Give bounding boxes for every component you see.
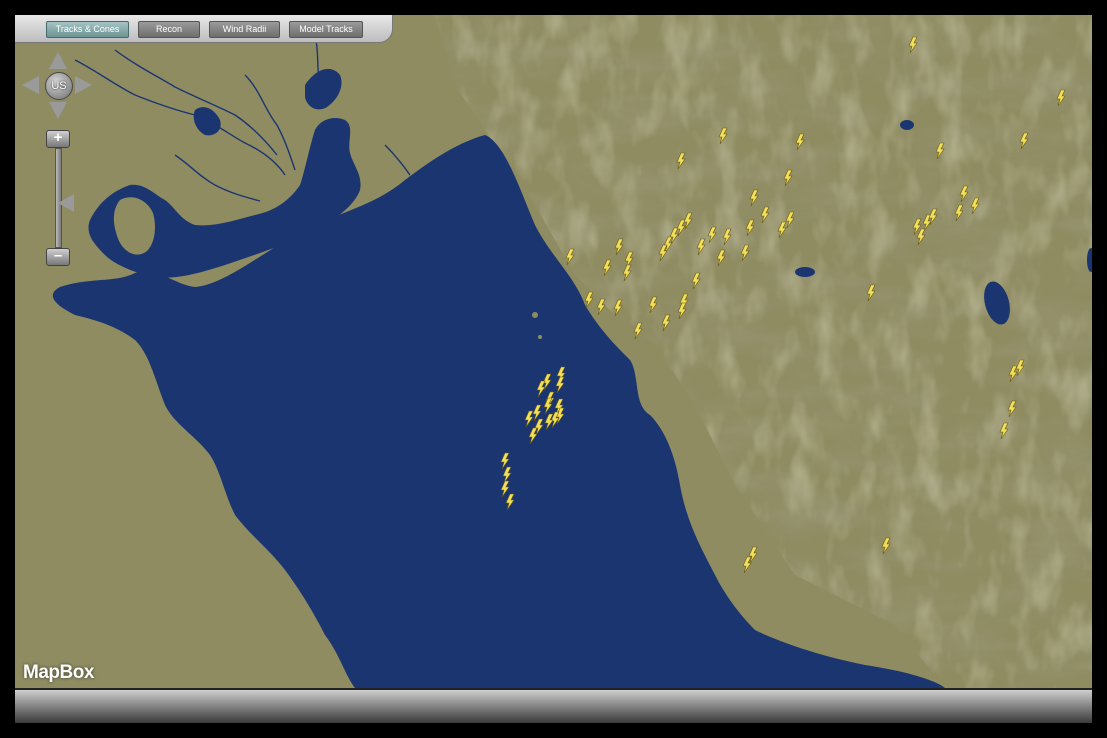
map-toolbar: Tracks & Cones Recon Wind Radii Model Tr… (15, 15, 393, 43)
lightning-bolt-icon (959, 185, 969, 203)
lightning-bolt-icon (954, 204, 964, 222)
lightning-bolt-icon (500, 452, 510, 470)
lightning-bolt-icon (555, 376, 565, 394)
lightning-bolt-icon (524, 410, 534, 428)
pan-right-icon[interactable] (75, 76, 92, 94)
lightning-bolt-icon (785, 211, 795, 229)
lightning-bolt-icon (999, 422, 1009, 440)
lightning-bolt-icon (696, 238, 706, 256)
lightning-bolt-icon (584, 291, 594, 309)
mapbox-logo: MapBox (23, 662, 94, 683)
lightning-bolt-icon (505, 493, 515, 511)
lightning-bolt-icon (544, 413, 554, 431)
lightning-bolt-icon (677, 302, 687, 320)
lightning-bolt-icon (661, 314, 671, 332)
lightning-bolt-icon (596, 298, 606, 316)
lightning-bolt-icon (866, 284, 876, 302)
lightning-bolt-icon (742, 556, 752, 574)
lightning-bolt-icon (718, 127, 728, 145)
lightning-bolt-icon (783, 169, 793, 187)
lightning-bolt-icon (795, 133, 805, 151)
lightning-bolt-icon (683, 212, 693, 230)
lightning-bolt-icon (970, 197, 980, 215)
lightning-bolt-icon (614, 238, 624, 256)
lightning-bolt-icon (602, 259, 612, 277)
lightning-bolt-icon (502, 466, 512, 484)
lightning-bolt-icon (534, 418, 544, 436)
home-us-button[interactable]: US (45, 72, 73, 100)
lightning-bolt-icon (1015, 359, 1025, 377)
lightning-bolt-icon (740, 244, 750, 262)
lightning-layer (500, 36, 1066, 574)
pan-down-icon[interactable] (49, 102, 67, 119)
lightning-bolt-icon (1019, 132, 1029, 150)
lightning-bolt-icon (676, 152, 686, 170)
lightning-bolt-icon (1007, 400, 1017, 418)
lightning-bolt-icon (536, 380, 546, 398)
lightning-bolt-icon (622, 264, 632, 282)
lightning-bolt-icon (745, 219, 755, 237)
lightning-bolt-icon (916, 228, 926, 246)
tab-recon[interactable]: Recon (138, 21, 200, 38)
lightning-bolt-icon (760, 206, 770, 224)
lightning-bolt-icon (648, 296, 658, 314)
lightning-bolt-icon (722, 228, 732, 246)
zoom-in-button[interactable]: + (46, 130, 70, 148)
lightning-bolt-icon (749, 189, 759, 207)
bottom-bar (15, 690, 1092, 723)
lightning-bolt-icon (881, 537, 891, 555)
lightning-bolt-icon (1008, 365, 1018, 383)
map-canvas[interactable] (15, 15, 1092, 688)
tab-wind-radii[interactable]: Wind Radii (209, 21, 280, 38)
pan-control: US (22, 52, 94, 120)
lightning-bolt-icon (543, 397, 553, 415)
lightning-bolt-icon (716, 249, 726, 267)
pan-up-icon[interactable] (49, 52, 67, 69)
pan-left-icon[interactable] (22, 76, 39, 94)
lightning-bolt-icon (633, 322, 643, 340)
lightning-bolt-icon (777, 221, 787, 239)
lightning-bolt-icon (658, 244, 668, 262)
lightning-bolt-icon (748, 546, 758, 564)
zoom-slider-handle[interactable] (58, 194, 74, 212)
lightning-bolt-icon (707, 226, 717, 244)
zoom-out-button[interactable]: – (46, 248, 70, 266)
lightning-bolt-icon (935, 142, 945, 160)
lightning-bolt-icon (565, 248, 575, 266)
lightning-bolt-icon (669, 227, 679, 245)
lightning-bolt-icon (500, 480, 510, 498)
lightning-bolt-icon (908, 36, 918, 54)
tab-tracks-cones[interactable]: Tracks & Cones (46, 21, 129, 38)
lightning-bolt-icon (613, 299, 623, 317)
lightning-bolt-icon (528, 427, 538, 445)
lightning-bolt-icon (1056, 89, 1066, 107)
lightning-bolt-icon (691, 272, 701, 290)
zoom-control: + – (45, 128, 74, 270)
tab-model-tracks[interactable]: Model Tracks (289, 21, 363, 38)
lightning-bolt-icon (532, 404, 542, 422)
